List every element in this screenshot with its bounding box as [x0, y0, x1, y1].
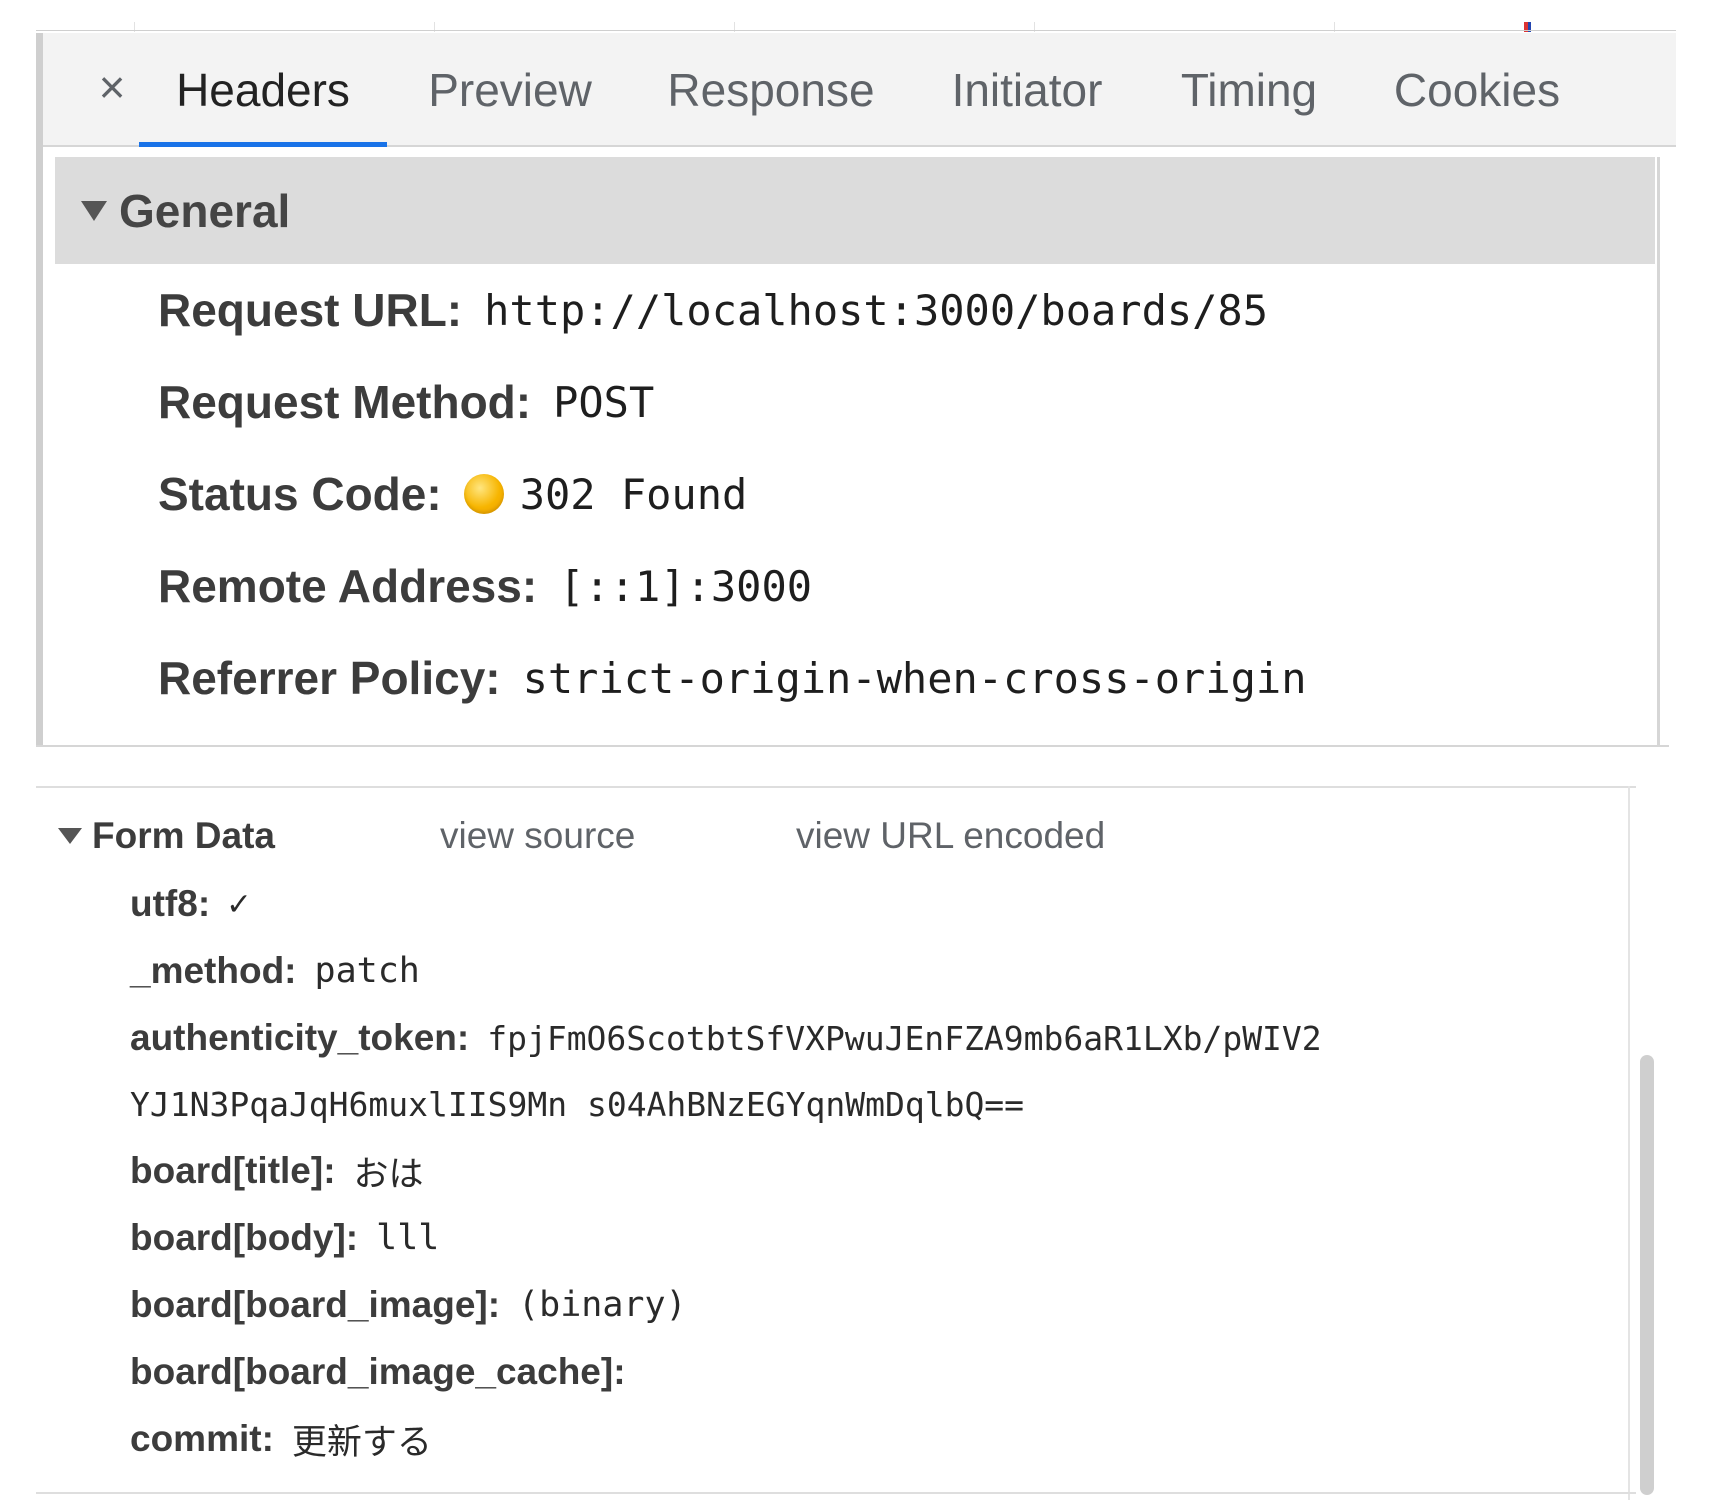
caret-down-icon: [81, 200, 107, 221]
general-row-request-url: Request URL: http://localhost:3000/board…: [158, 275, 1268, 345]
form-row-board-body: board[body]: lll: [130, 1210, 439, 1266]
general-row-request-method: Request Method: POST: [158, 367, 654, 437]
row-value: strict-origin-when-cross-origin: [522, 653, 1307, 703]
form-key: utf8:: [130, 883, 211, 924]
tab-headers[interactable]: Headers: [139, 33, 387, 147]
form-row-board-image-cache: board[board_image_cache]:: [130, 1344, 644, 1400]
form-value: おは: [353, 1154, 424, 1195]
form-key: board[body]:: [130, 1217, 359, 1258]
row-value: http://localhost:3000/boards/85: [484, 285, 1268, 335]
form-row-board-title: board[title]: おは: [130, 1143, 424, 1199]
devtools-network-detail: × Headers Preview Response Initiator Tim…: [0, 0, 1730, 1500]
general-row-status-code: Status Code: 302 Found: [158, 459, 747, 529]
form-key: _method:: [130, 950, 297, 991]
form-key: board[board_image]:: [130, 1284, 501, 1325]
form-value: patch: [314, 951, 420, 991]
top-ruler: [0, 0, 1730, 34]
headers-panel: × Headers Preview Response Initiator Tim…: [36, 33, 1676, 747]
form-value: 更新する: [291, 1422, 432, 1463]
close-icon[interactable]: ×: [87, 59, 137, 115]
caret-down-icon: [58, 828, 82, 844]
form-value: YJ1N3PqaJqH6muxlIIS9Mn s04AhBNzEGYqnWmDq…: [130, 1084, 1025, 1124]
form-value: ✓: [228, 884, 250, 924]
row-key: Request URL:: [158, 284, 463, 336]
form-key: authenticity_token:: [130, 1017, 470, 1058]
form-value: (binary): [518, 1285, 687, 1325]
row-key: Status Code:: [158, 468, 442, 520]
divider: [36, 1492, 1636, 1494]
form-row-commit: commit: 更新する: [130, 1411, 432, 1467]
divider: [1628, 786, 1630, 1500]
form-value: fpjFmO6ScotbtSfVXPwuJEnFZA9mb6aR1LXb/pWI…: [487, 1018, 1322, 1058]
view-source-link[interactable]: view source: [440, 815, 635, 857]
form-row-authenticity-token: authenticity_token: fpjFmO6ScotbtSfVXPwu…: [130, 1010, 1322, 1066]
general-section-header[interactable]: General: [55, 157, 1655, 264]
form-row-utf8: utf8: ✓: [130, 876, 249, 932]
view-url-encoded-link[interactable]: view URL encoded: [796, 815, 1105, 857]
form-row-method: _method: patch: [130, 943, 420, 999]
row-key: Request Method:: [158, 376, 532, 428]
general-title: General: [119, 184, 291, 237]
divider: [36, 30, 1676, 31]
form-data-section: Form Data view source view URL encoded u…: [36, 786, 1636, 1486]
form-row-board-image: board[board_image]: (binary): [130, 1277, 687, 1333]
form-data-header[interactable]: Form Data view source view URL encoded: [36, 806, 1636, 866]
form-data-title: Form Data: [92, 815, 275, 856]
tab-preview[interactable]: Preview: [423, 33, 597, 147]
status-dot-icon: [463, 474, 504, 514]
detail-tabbar: × Headers Preview Response Initiator Tim…: [43, 33, 1676, 147]
general-section: General Request URL: http://localhost:30…: [55, 157, 1660, 747]
form-key: board[title]:: [130, 1150, 336, 1191]
row-value: [::1]:3000: [559, 561, 813, 611]
row-key: Referrer Policy:: [158, 652, 501, 704]
divider: [36, 745, 1669, 747]
tab-timing[interactable]: Timing: [1173, 33, 1325, 147]
tab-response[interactable]: Response: [665, 33, 877, 147]
form-row-authenticity-token-cont: YJ1N3PqaJqH6muxlIIS9Mn s04AhBNzEGYqnWmDq…: [130, 1076, 1024, 1132]
form-value: lll: [376, 1218, 440, 1258]
row-value: 302 Found: [519, 469, 748, 519]
form-key: board[board_image_cache]:: [130, 1351, 626, 1392]
tab-cookies[interactable]: Cookies: [1391, 33, 1563, 147]
form-scrollbar[interactable]: [1640, 1055, 1654, 1495]
row-key: Remote Address:: [158, 560, 538, 612]
tab-initiator[interactable]: Initiator: [941, 33, 1113, 147]
general-row-remote-address: Remote Address: [::1]:3000: [158, 551, 812, 621]
form-key: commit:: [130, 1418, 274, 1459]
row-value: POST: [553, 377, 655, 427]
general-row-referrer-policy: Referrer Policy: strict-origin-when-cros…: [158, 643, 1306, 713]
